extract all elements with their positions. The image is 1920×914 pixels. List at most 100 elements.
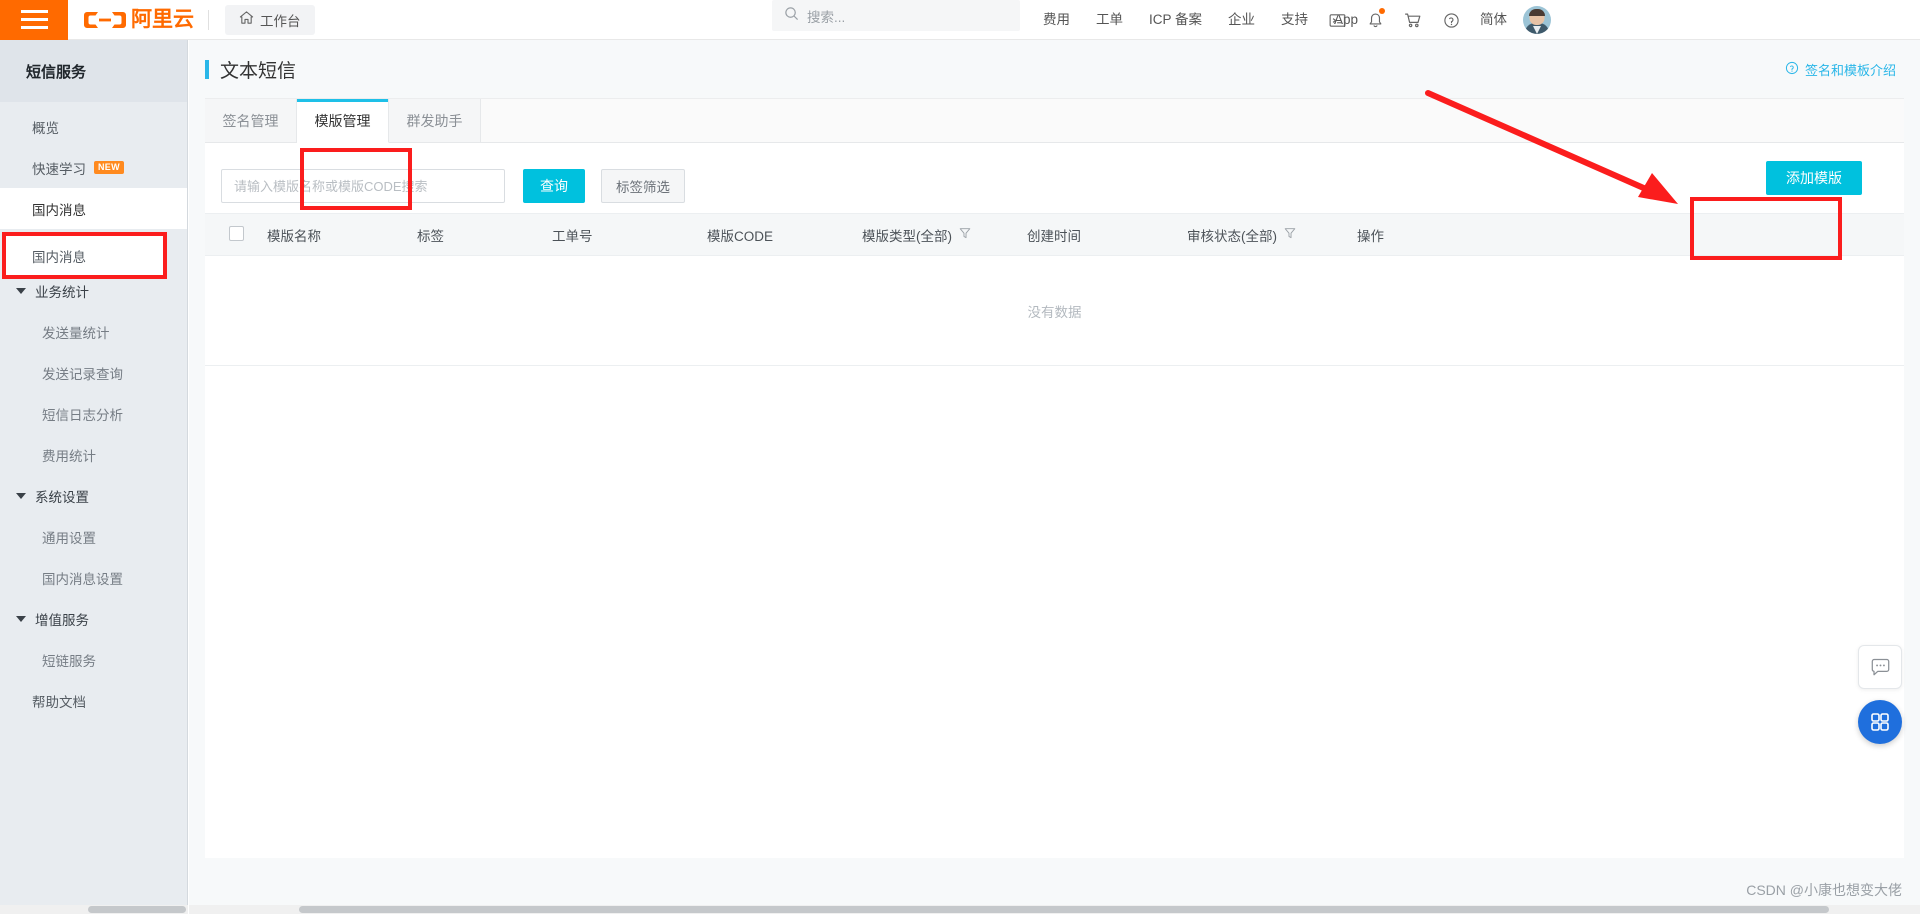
sidebar-item-send-record-query[interactable]: 发送记录查询 — [0, 352, 187, 393]
sidebar-group-label: 系统设置 — [35, 489, 89, 505]
sidebar-horizontal-scrollbar[interactable] — [0, 905, 188, 914]
global-search-box[interactable]: 搜索... — [772, 0, 1020, 31]
main-horizontal-scrollbar[interactable] — [189, 905, 1920, 914]
query-button[interactable]: 查询 — [523, 169, 585, 203]
table-header-row: 模版名称 标签 工单号 模版CODE 模版类型(全部) 创建时间 审核状态(全部… — [205, 213, 1904, 256]
cart-icon[interactable] — [1394, 0, 1432, 40]
chevron-down-icon — [16, 287, 26, 294]
column-label: 模版名称 — [267, 228, 321, 244]
tab-label: 模版管理 — [314, 112, 371, 129]
filter-icon[interactable] — [1284, 227, 1296, 242]
sidebar-item-help-docs[interactable]: 帮助文档 — [0, 680, 187, 721]
workbench-label: 工作台 — [260, 13, 301, 29]
watermark: CSDN @小康也想变大佬 — [1746, 882, 1902, 898]
sidebar-item-domestic-message[interactable]: 国内消息 — [0, 188, 187, 229]
sidebar-item-label: 国内消息 — [32, 202, 86, 218]
new-badge: NEW — [94, 161, 124, 174]
table-header: 模版名称 标签 工单号 模版CODE 模版类型(全部) 创建时间 审核状态(全部… — [205, 213, 1904, 256]
top-icon-group: 简体 — [1318, 0, 1563, 40]
sidebar-item-quick-learning[interactable]: 快速学习 NEW — [0, 147, 187, 188]
top-nav-link-fees[interactable]: 费用 — [1030, 0, 1083, 40]
tab-template-management[interactable]: 模版管理 — [297, 99, 389, 143]
workbench-button[interactable]: 工作台 — [225, 4, 315, 35]
template-management-card: 签名管理 模版管理 群发助手 查询 标签筛选 添加模版 — [205, 98, 1904, 858]
sidebar-item-short-link-service[interactable]: 短链服务 — [0, 639, 187, 680]
notification-badge-dot — [1379, 8, 1385, 14]
sidebar-menu: 概览 快速学习 NEW 国内消息 国际/港澳台消息 业务统计 发送量统计 发送记… — [0, 102, 187, 721]
sidebar-group-system-settings[interactable]: 系统设置 — [0, 475, 187, 516]
column-label: 模版CODE — [707, 228, 774, 244]
tab-signature-management[interactable]: 签名管理 — [205, 99, 297, 142]
column-label: 审核状态(全部) — [1187, 228, 1277, 244]
tab-bulk-send-assistant[interactable]: 群发助手 — [389, 99, 481, 142]
tab-bar: 签名管理 模版管理 群发助手 — [205, 99, 1904, 143]
bell-icon[interactable] — [1356, 0, 1394, 40]
tab-label: 签名管理 — [222, 112, 279, 129]
scrollbar-thumb[interactable] — [88, 906, 186, 913]
column-template-type[interactable]: 模版类型(全部) — [862, 213, 1027, 256]
search-icon — [784, 6, 799, 26]
select-all-checkbox[interactable] — [229, 225, 244, 241]
sidebar-item-label: 快速学习 — [32, 161, 86, 177]
top-nav-link-icp[interactable]: ICP 备案 — [1136, 0, 1215, 40]
sidebar-item-label: 国内消息设置 — [42, 571, 123, 587]
column-label: 模版类型(全部) — [862, 228, 952, 244]
aliyun-logo[interactable]: 阿里云 — [68, 0, 208, 40]
add-template-button[interactable]: 添加模版 — [1766, 161, 1862, 195]
sidebar-item-send-volume-stats[interactable]: 发送量统计 — [0, 311, 187, 352]
sidebar-group-label: 业务统计 — [35, 284, 89, 300]
page-header: 文本短信 签名和模板介绍 — [189, 40, 1920, 98]
language-switch[interactable]: 简体 — [1470, 0, 1517, 40]
top-nav-link-tickets[interactable]: 工单 — [1083, 0, 1136, 40]
page-title-text: 文本短信 — [220, 60, 297, 82]
column-ticket-number: 工单号 — [552, 213, 707, 256]
page-title: 文本短信 — [205, 56, 296, 83]
template-table: 模版名称 标签 工单号 模版CODE 模版类型(全部) 创建时间 审核状态(全部… — [205, 213, 1904, 366]
logo-divider — [208, 9, 209, 30]
template-search-input[interactable] — [221, 169, 505, 203]
title-accent-bar — [205, 59, 209, 79]
tag-filter-button[interactable]: 标签筛选 — [601, 169, 685, 203]
sidebar-item-label: 发送记录查询 — [42, 366, 123, 382]
column-template-name: 模版名称 — [267, 213, 417, 256]
sidebar-item-label: 帮助文档 — [32, 694, 86, 710]
main-content: 文本短信 签名和模板介绍 签名管理 模版管理 群发助手 请输入模版名称或模版CO… — [189, 40, 1920, 914]
chevron-down-icon — [16, 492, 26, 499]
hamburger-menu-icon[interactable] — [0, 0, 68, 40]
sidebar-item-sms-log-analysis[interactable]: 短信日志分析 — [0, 393, 187, 434]
column-template-code: 模版CODE — [707, 213, 862, 256]
sidebar-item-label: 短链服务 — [42, 653, 96, 669]
chat-bubble-icon[interactable] — [1858, 645, 1902, 689]
column-label: 创建时间 — [1027, 228, 1081, 244]
user-avatar[interactable] — [1523, 6, 1551, 34]
sidebar-group-value-added-services[interactable]: 增值服务 — [0, 598, 187, 639]
apps-grid-icon[interactable] — [1858, 700, 1902, 744]
sidebar-item-fee-stats[interactable]: 费用统计 — [0, 434, 187, 475]
scrollbar-thumb[interactable] — [299, 906, 1829, 913]
help-circle-icon[interactable] — [1432, 0, 1470, 40]
terminal-icon[interactable] — [1318, 0, 1356, 40]
sidebar-item-general-settings[interactable]: 通用设置 — [0, 516, 187, 557]
top-nav-link-support[interactable]: 支持 — [1268, 0, 1321, 40]
sidebar-item-domestic-message-settings[interactable]: 国内消息设置 — [0, 557, 187, 598]
global-search-placeholder: 搜索... — [807, 9, 846, 25]
help-link-label: 签名和模板介绍 — [1804, 63, 1896, 78]
sidebar: 短信服务 概览 快速学习 NEW 国内消息 国际/港澳台消息 业务统计 发送量统… — [0, 40, 188, 914]
column-label: 标签 — [417, 228, 444, 244]
signature-template-intro-link[interactable]: 签名和模板介绍 — [1785, 60, 1896, 79]
column-label: 操作 — [1357, 228, 1384, 244]
filter-icon[interactable] — [959, 227, 971, 242]
sidebar-title: 短信服务 — [0, 40, 187, 102]
top-nav-link-enterprise[interactable]: 企业 — [1215, 0, 1268, 40]
column-label: 工单号 — [552, 228, 593, 244]
top-navigation-bar: 阿里云 工作台 搜索... 费用 工单 ICP 备案 企业 支持 App 简体 — [0, 0, 1920, 40]
table-body: 没有数据 — [205, 255, 1904, 366]
sidebar-item-overview[interactable]: 概览 — [0, 106, 187, 147]
sidebar-group-label: 增值服务 — [35, 612, 89, 628]
column-audit-status[interactable]: 审核状态(全部) — [1187, 213, 1357, 256]
chevron-down-icon — [16, 615, 26, 622]
sidebar-item-label: 通用设置 — [42, 530, 96, 546]
home-icon — [239, 10, 254, 30]
empty-state-text: 没有数据 — [205, 255, 1904, 366]
filter-toolbar: 查询 标签筛选 添加模版 — [205, 143, 1904, 213]
